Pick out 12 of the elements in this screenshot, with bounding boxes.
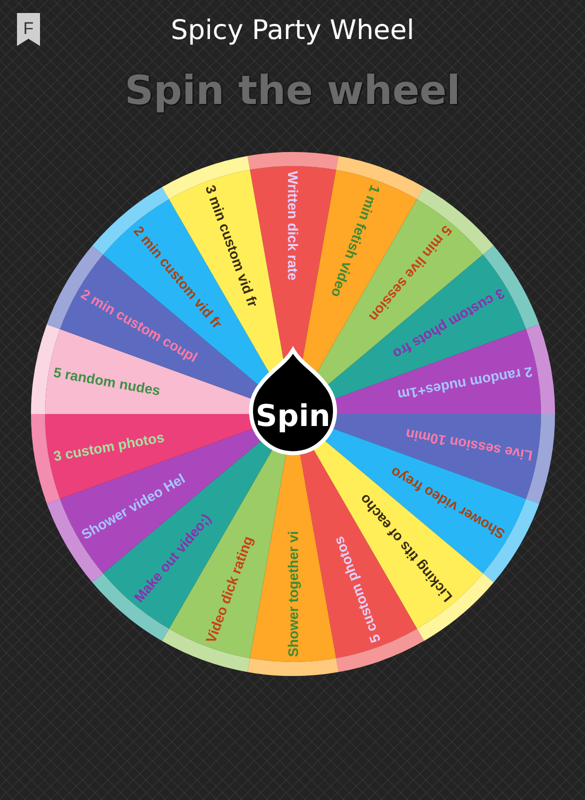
segment-label: Video dick rating [202,534,256,646]
segment-label: 5 random nudes [52,364,162,398]
segment-label: Shower together vi [284,530,300,657]
spin-button[interactable]: Spin [248,348,336,456]
page-heading: Spin the wheel [124,68,460,114]
app-title: Spicy Party Wheel [170,14,414,46]
segment-label: Live session 10min [404,426,534,464]
segment-label: 2 random nudes+1m [396,364,534,404]
segment-label: Written dick rate [284,171,300,280]
segment-label: 3 custom photos [52,428,165,464]
bookmark-logo: F [17,13,40,46]
segment-label: 1 min fetish video [328,182,384,300]
